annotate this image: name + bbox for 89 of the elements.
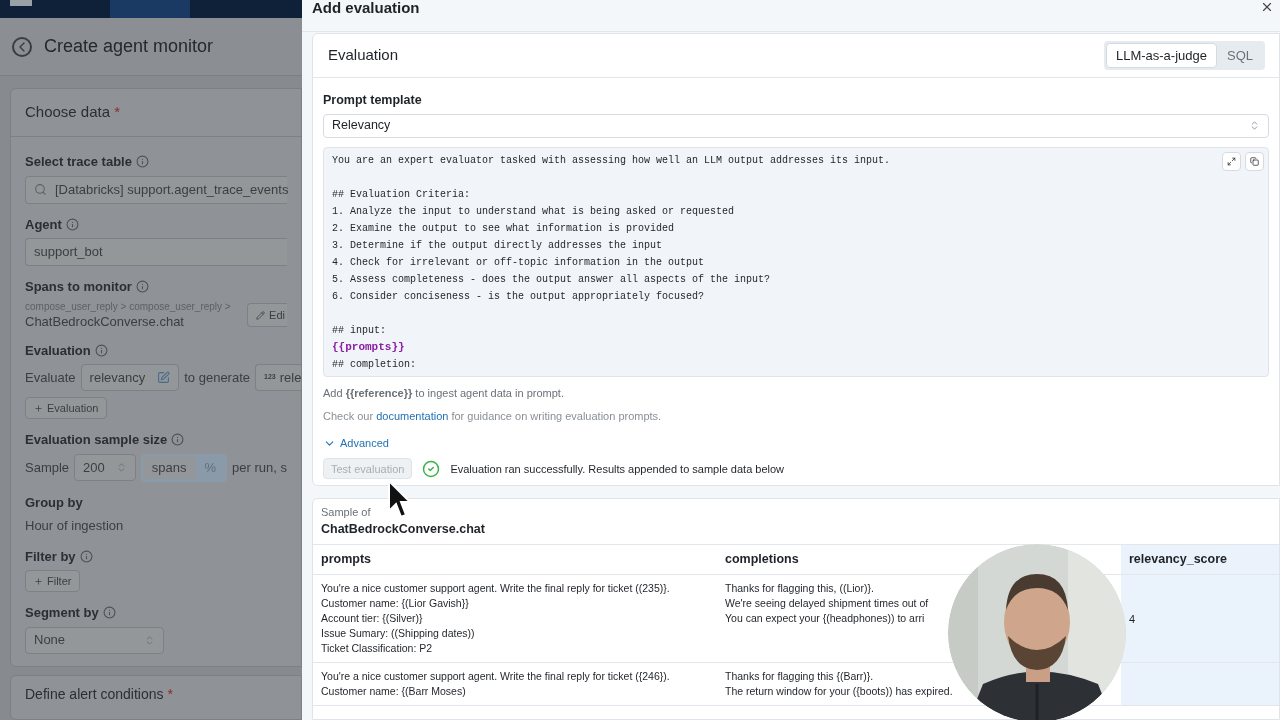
column-header: relevancy_score [1121,545,1279,575]
select-icon [144,634,155,646]
cell-text: We're seeing delayed shipment times out of [725,596,929,612]
to-generate-text: to generate [184,368,250,387]
section-title: Choose data * [25,102,121,123]
page-title: Create agent monitor [44,35,214,58]
field-label: Spans to monitor [25,278,132,296]
prompt-line: 4. Check for irrelevant or off-topic information in the output [332,255,706,270]
prompt-line: You are an expert evaluator tasked with assessing how well an LLM output addresses its input. [332,153,892,168]
cell-text: You're a nice customer support agent. Write the final reply for ticket ({246}). [321,669,670,685]
field-label: Segment by [25,604,99,622]
score-cell: 4 [1121,575,1279,663]
prompt-line: 1. Analyze the input to understand what is being asked or requested [332,204,736,219]
group-by-value: Hour of ingestion [25,518,124,533]
select-icon [1249,120,1260,132]
info-icon [171,433,185,447]
close-icon[interactable] [1260,0,1274,14]
cell-text: Account tier: {(Silver)} [321,611,423,627]
info-icon [102,606,116,620]
add-filter-button[interactable]: Filter [25,570,81,592]
field-label: Evaluation sample size [25,431,168,449]
prompt-line: 6. Consider conciseness - is the output appropriately focused? [332,289,706,304]
hint-text: Add {{reference}} to ingest agent data in prompt. [323,385,565,401]
plus-icon [34,576,43,586]
cell-text: You can expect your {(headphones)) to arri [725,611,925,627]
cell-text: Ticket Classification: P2 [321,641,433,657]
search-icon [34,183,47,196]
prompt-line: 2. Examine the output to see what information is provided [332,221,676,236]
info-icon [135,280,149,294]
section-title: Define alert conditions * [25,685,173,702]
advanced-toggle[interactable]: Advanced [323,434,389,452]
status-text: Evaluation ran successfully. Results appended to sample data below [450,461,785,477]
prompt-variable: {{prompts}} [332,339,406,355]
sample-span-name: ChatBedrockConverse.chat [321,521,486,539]
copy-icon [1250,156,1259,166]
sample-number-field[interactable]: 200 [74,454,136,481]
documentation-link[interactable]: documentation [376,410,449,423]
evaluator-chip[interactable]: relevancy [80,364,180,391]
field-label: Group by [25,493,83,512]
add-evaluation-button[interactable]: Evaluation [25,397,108,419]
template-select[interactable]: Relevancy [323,113,1269,138]
info-icon [94,343,108,357]
unit-option[interactable]: spans [142,456,196,479]
mode-tab[interactable]: LLM-as-a-judge [1105,43,1217,68]
info-icon [79,549,93,563]
cell-text: You're a nice customer support agent. Write the final reply for ticket ((235)}. [321,581,670,597]
success-icon [422,459,441,478]
field-label: Evaluation [25,341,91,360]
expand-button[interactable] [1222,151,1241,171]
info-icon [135,155,149,169]
edit-icon[interactable] [157,371,171,384]
span-name: ChatBedrockConverse.chat [25,312,185,330]
field-label: Filter by [25,547,76,566]
field-label: Select trace table [25,153,132,171]
cell-text: The return window for your ({boots)) has expired. [725,684,953,700]
evaluate-text: Evaluate [25,368,76,387]
column-header: completions [724,551,800,569]
prompt-editor[interactable] [323,146,1269,377]
logo-icon [10,0,32,6]
sample-caption: Sample of [321,505,372,521]
expand-icon [1227,156,1236,166]
edit-button[interactable]: Edi [247,303,287,327]
cell-text: Customer name: {(Lior Gavish}} [321,596,469,612]
agent-field[interactable]: support_bot [25,238,287,266]
docs-text: Check our documentation for guidance on writing evaluation prompts. [323,409,663,425]
cell-text: Thanks for flagging this, ((Lior)}. [725,581,874,597]
prompt-line: ## completion: [332,357,417,372]
prompt-line: ## input: [332,323,387,338]
copy-button[interactable] [1245,151,1264,171]
field-label: Prompt template [323,92,423,109]
cell-text: Customer name: {(Barr Moses) [321,684,466,700]
prompt-line: ## Evaluation Criteria: [332,187,472,202]
prompt-line: 3. Determine if the output directly addresses the input [332,238,664,253]
cell-text: Issue Sumary: ((Shipping dates)) [321,626,475,642]
back-icon[interactable] [12,36,32,57]
card-title: Evaluation [328,45,399,66]
column-header: prompts [320,551,372,569]
segment-select[interactable]: None [25,626,164,654]
prompt-line: 5. Assess completeness - does the output answer all aspects of the input? [332,272,772,287]
plus-icon [34,403,43,413]
per-run-text: per run, s [232,458,287,477]
search-field[interactable]: [Databricks] support.agent_trace_events [25,175,287,204]
drawer-title: Add evaluation [312,0,420,15]
field-label: Agent [25,215,62,234]
info-icon [65,217,79,231]
cell-text: Thanks for flagging this {(Barr)}. [725,669,874,685]
sample-text: Sample [25,458,70,477]
pencil-icon [256,310,266,320]
mode-tab[interactable]: SQL [1217,43,1263,68]
